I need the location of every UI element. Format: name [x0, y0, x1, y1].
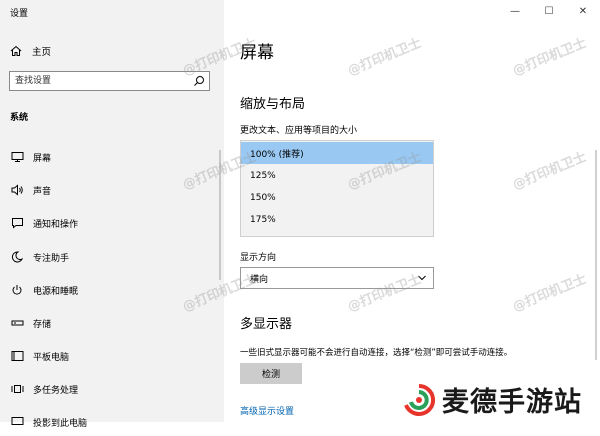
sidebar-item-display[interactable]: 屏幕	[0, 143, 212, 171]
minimize-button[interactable]: —	[498, 0, 532, 22]
project-icon	[9, 414, 25, 430]
sidebar-item-label: 存储	[33, 319, 52, 330]
home-label: 主页	[32, 47, 52, 58]
sidebar-item-label: 屏幕	[33, 153, 52, 164]
sidebar: 设置 主页 系统 屏幕 声音 通知和操作 专注助手	[0, 0, 224, 429]
scale-option[interactable]: 125%	[241, 165, 433, 187]
storage-icon	[9, 315, 25, 331]
sidebar-item-notifications[interactable]: 通知和操作	[0, 209, 212, 237]
sidebar-item-label: 平板电脑	[33, 352, 70, 363]
moon-icon	[9, 249, 25, 265]
maximize-button[interactable]: ☐	[532, 0, 566, 22]
scale-option[interactable]: 175%	[241, 209, 433, 231]
sidebar-scrollbar[interactable]	[219, 150, 221, 280]
window-controls: — ☐ ✕	[498, 0, 600, 22]
app-title: 设置	[10, 9, 29, 19]
orientation-label: 显示方向	[240, 253, 277, 263]
scale-heading: 缩放与布局	[240, 97, 306, 112]
brand-logo: 麦德手游站	[402, 380, 582, 419]
search-input[interactable]	[15, 74, 190, 88]
notification-icon	[9, 215, 25, 231]
tablet-icon	[9, 348, 25, 364]
power-icon	[9, 282, 25, 298]
multi-display-heading: 多显示器	[240, 317, 293, 332]
sidebar-item-label: 专注助手	[33, 253, 70, 264]
scale-label: 更改文本、应用等项目的大小	[240, 126, 358, 136]
sidebar-item-focus-assist[interactable]: 专注助手	[0, 243, 212, 271]
brand-text: 麦德手游站	[442, 387, 582, 418]
search-box[interactable]	[9, 71, 210, 91]
display-icon	[9, 149, 25, 165]
sidebar-item-label: 声音	[33, 186, 52, 197]
home-icon	[10, 45, 22, 56]
sidebar-item-label: 投影到此电脑	[33, 418, 88, 429]
close-button[interactable]: ✕	[566, 0, 600, 22]
chevron-down-icon	[418, 275, 426, 281]
detect-button[interactable]: 检测	[240, 363, 302, 384]
multi-display-description: 一些旧式显示器可能不会进行自动连接，选择“检测”即可尝试手动连接。	[240, 348, 513, 358]
main-panel: — ☐ ✕ 屏幕 缩放与布局 更改文本、应用等项目的大小 100% (推荐) 1…	[224, 0, 600, 422]
sidebar-item-label: 通知和操作	[33, 219, 79, 230]
sidebar-item-tablet[interactable]: 平板电脑	[0, 342, 212, 370]
main-scrollbar[interactable]	[595, 150, 597, 360]
page-title: 屏幕	[240, 43, 274, 63]
scale-option[interactable]: 100% (推荐)	[241, 142, 433, 164]
multitask-icon	[9, 381, 25, 397]
sidebar-item-sound[interactable]: 声音	[0, 176, 212, 204]
scale-option[interactable]: 150%	[241, 187, 433, 209]
sidebar-item-multitasking[interactable]: 多任务处理	[0, 375, 212, 403]
brand-logo-icon	[404, 383, 436, 416]
advanced-display-link[interactable]: 高级显示设置	[240, 404, 294, 417]
home-nav-item[interactable]: 主页	[10, 40, 51, 62]
sidebar-item-project[interactable]: 投影到此电脑	[0, 408, 212, 436]
orientation-value: 横向	[250, 274, 269, 285]
search-icon[interactable]	[193, 75, 205, 87]
sidebar-item-storage[interactable]: 存储	[0, 309, 212, 337]
orientation-select[interactable]: 横向	[240, 267, 434, 289]
speaker-icon	[9, 182, 25, 198]
sidebar-item-label: 电源和睡眠	[33, 286, 79, 297]
scale-dropdown-list[interactable]: 100% (推荐) 125% 150% 175%	[240, 140, 434, 237]
sidebar-item-power[interactable]: 电源和睡眠	[0, 276, 212, 304]
sidebar-item-label: 多任务处理	[33, 385, 79, 396]
section-label: 系统	[10, 113, 29, 123]
